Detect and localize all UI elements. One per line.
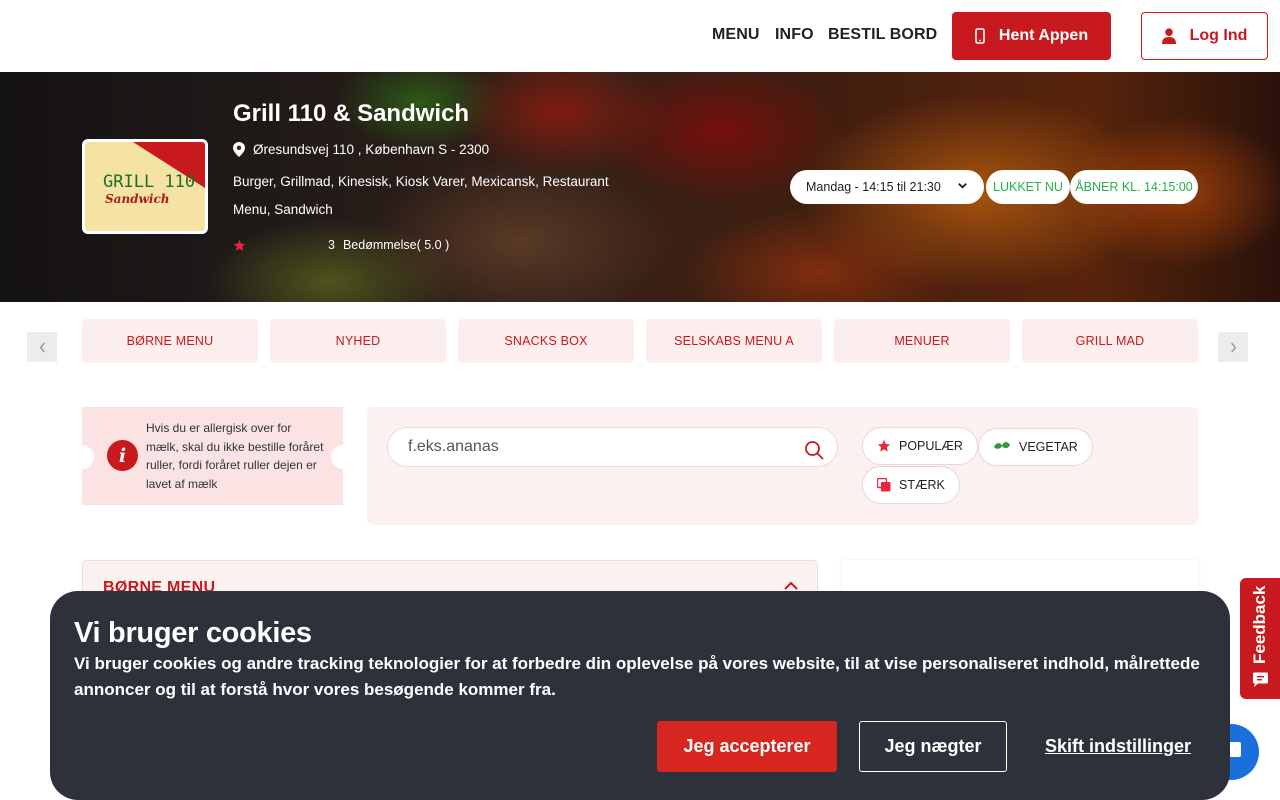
restaurant-logo: GRILL 110 Sandwich [82,139,208,234]
restaurant-address: Øresundsvej 110 , København S - 2300 [233,142,489,157]
rating-count: 3 [328,238,335,252]
cookie-accept-button[interactable]: Jeg accepterer [657,721,837,772]
category-next-button[interactable] [1218,332,1248,362]
category-tab-nyhed[interactable]: NYHED [270,319,446,363]
chili-icon [877,478,891,492]
status-closed-badge: LUKKET NU [986,170,1070,204]
category-tab-grill-mad[interactable]: GRILL MAD [1022,319,1198,363]
category-prev-button[interactable] [27,332,57,362]
search-icon[interactable] [804,440,824,460]
filter-popular-button[interactable]: POPULÆR [862,427,978,465]
cookie-title: Vi bruger cookies [74,617,312,649]
filter-vegetarian-label: VEGETAR [1019,440,1078,454]
login-button[interactable]: Log Ind [1141,12,1268,60]
chevron-right-icon [1230,341,1236,353]
restaurant-categories: Burger, Grillmad, Kinesisk, Kiosk Varer,… [233,174,609,217]
notice-notch-left [82,445,94,469]
star-icon [877,439,891,452]
logo-text-sandwich: Sandwich [105,192,170,206]
mobile-phone-icon [975,28,985,44]
filter-vegetarian-button[interactable]: VEGETAR [978,428,1093,466]
search-input[interactable] [387,427,838,467]
user-icon [1161,28,1176,44]
chevron-up-icon[interactable] [783,581,799,591]
get-app-button[interactable]: Hent Appen [952,12,1111,60]
category-tab-snacks-box[interactable]: SNACKS BOX [458,319,634,363]
rating-text: Bedømmelse( 5.0 ) [342,238,450,252]
category-tab-menuer[interactable]: MENUER [834,319,1010,363]
allergy-notice-text: Hvis du er allergisk over for mælk, skal… [146,421,324,491]
notice-notch-right [331,445,343,469]
allergy-notice: i Hvis du er allergisk over for mælk, sk… [82,407,343,505]
restaurant-name: Grill 110 & Sandwich [233,100,470,127]
logo-text-grill: GRILL 110 [103,172,196,192]
chevron-left-icon [39,341,45,353]
nav-book-table-link[interactable]: BESTIL BORD [828,26,937,44]
opening-hours-dropdown[interactable]: Mandag - 14:15 til 21:30 [790,170,984,204]
cookie-settings-link[interactable]: Skift indstillinger [1045,736,1191,757]
cookie-consent-banner: Vi bruger cookies Vi bruger cookies og a… [50,591,1230,800]
login-label: Log Ind [1189,27,1248,44]
top-navigation-bar: MENU INFO BESTIL BORD Hent Appen Log Ind [0,0,1280,72]
get-app-label: Hent Appen [998,27,1089,44]
opening-hours-text: Mandag - 14:15 til 21:30 [806,180,941,194]
feedback-label: Feedback [1250,585,1269,664]
restaurant-rating: 3 Bedømmelse( 5.0 ) [233,238,449,252]
cookie-deny-button[interactable]: Jeg nægter [859,721,1007,772]
feedback-tab[interactable]: Feedback [1240,578,1280,699]
category-tab-borne-menu[interactable]: BØRNE MENU [82,319,258,363]
cookie-description: Vi bruger cookies og andre tracking tekn… [74,654,1200,699]
filter-strong-button[interactable]: STÆRK [862,466,960,504]
category-tab-selskabs-menu-a[interactable]: SELSKABS MENU A [646,319,822,363]
info-icon: i [107,440,138,471]
star-icon [233,239,246,251]
nav-info-link[interactable]: INFO [775,26,814,44]
address-text: Øresundsvej 110 , København S - 2300 [253,142,490,157]
restaurant-hero-banner: GRILL 110 Sandwich Grill 110 & Sandwich … [0,72,1280,302]
filter-popular-label: POPULÆR [899,439,963,453]
chat-bubble-icon [1253,672,1268,687]
map-pin-icon [233,142,245,157]
search-filter-panel: POPULÆR VEGETAR STÆRK [367,407,1198,525]
leaf-icon [994,442,1010,449]
filter-strong-label: STÆRK [899,478,945,492]
nav-menu-link[interactable]: MENU [712,26,760,44]
opens-at-badge: ÅBNER KL. 14:15:00 [1070,170,1198,204]
chevron-down-icon [958,183,967,189]
